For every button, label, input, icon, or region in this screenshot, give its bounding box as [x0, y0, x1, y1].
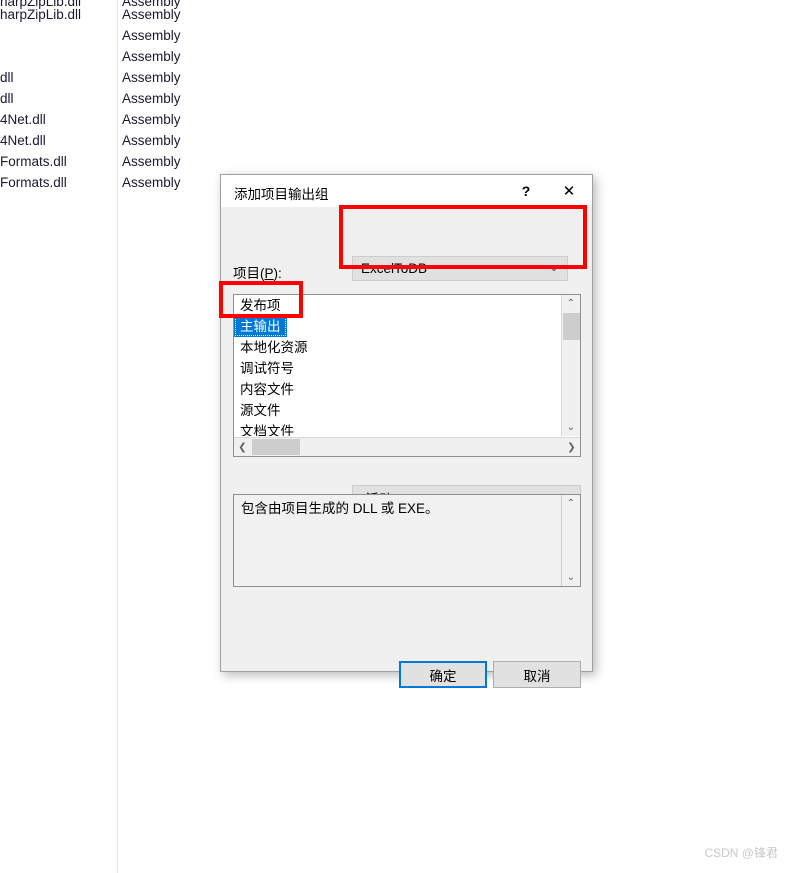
scroll-up-icon[interactable]: ⌃ [562, 495, 580, 512]
project-label-accel: P [264, 266, 274, 281]
cancel-button[interactable]: 取消 [493, 661, 581, 688]
vertical-scroll-thumb[interactable] [563, 313, 580, 340]
list-item[interactable]: 文档文件 [234, 421, 561, 436]
list-item-selected[interactable]: 主输出 [234, 316, 287, 337]
description-textbox[interactable]: 包含由项目生成的 DLL 或 EXE。 ⌃ ⌄ [233, 494, 581, 587]
table-row[interactable]: Formats.dll Assembly [0, 154, 230, 175]
chevron-down-icon: ⌄ [549, 262, 559, 274]
scroll-right-icon[interactable]: ❯ [563, 438, 580, 456]
project-label-suffix: ): [273, 266, 282, 281]
watermark: CSDN @锋君 [704, 846, 778, 860]
output-group-list-items: 发布项 主输出 本地化资源 调试符号 内容文件 源文件 文档文件 [234, 295, 561, 436]
file-type-cell: Assembly [122, 70, 181, 85]
horizontal-scroll-thumb[interactable] [252, 439, 300, 455]
list-item[interactable]: 调试符号 [234, 358, 561, 379]
listbox-horizontal-scrollbar[interactable]: ❮ ❯ [234, 437, 580, 456]
scroll-down-icon[interactable]: ⌄ [562, 569, 580, 586]
dialog-title: 添加项目输出组 [234, 187, 329, 202]
file-type-cell: Assembly [122, 49, 181, 64]
file-name-cell: dll [0, 91, 14, 106]
list-item[interactable]: 本地化资源 [234, 337, 561, 358]
file-type-cell: Assembly [122, 91, 181, 106]
table-row[interactable]: Assembly [0, 28, 230, 49]
file-name-cell: Formats.dll [0, 175, 67, 190]
project-combobox[interactable]: ExcelToDB ⌄ [352, 256, 568, 281]
description-text: 包含由项目生成的 DLL 或 EXE。 [241, 501, 439, 516]
file-type-cell: Assembly [122, 154, 181, 169]
file-name-cell: 4Net.dll [0, 112, 46, 127]
list-item[interactable]: 发布项 [234, 295, 561, 316]
listbox-vertical-scrollbar[interactable]: ⌃ ⌄ [561, 295, 580, 436]
file-type-cell: Assembly [122, 133, 181, 148]
file-name-cell: Formats.dll [0, 154, 67, 169]
help-icon[interactable]: ? [505, 175, 547, 206]
table-row[interactable]: 4Net.dll Assembly [0, 133, 230, 154]
file-name-cell: dll [0, 70, 14, 85]
list-item[interactable]: 内容文件 [234, 379, 561, 400]
project-label-prefix: 项目( [233, 266, 265, 281]
close-icon[interactable]: ✕ [548, 175, 590, 206]
output-group-listbox[interactable]: 发布项 主输出 本地化资源 调试符号 内容文件 源文件 文档文件 ⌃ ⌄ ❮ ❯ [233, 294, 581, 457]
scroll-up-icon[interactable]: ⌃ [562, 295, 580, 312]
description-vertical-scrollbar[interactable]: ⌃ ⌄ [561, 495, 580, 586]
table-row[interactable]: harpZipLib.dll Assembly [0, 7, 230, 28]
file-type-cell: Assembly [122, 7, 181, 22]
project-combobox-value: ExcelToDB [361, 261, 428, 276]
file-name-cell: harpZipLib.dll [0, 7, 82, 22]
dialog-titlebar: 添加项目输出组 ? ✕ [221, 175, 592, 207]
table-row[interactable]: Assembly [0, 49, 230, 70]
file-type-cell: Assembly [122, 28, 181, 43]
scroll-left-icon[interactable]: ❮ [234, 438, 251, 456]
table-row[interactable]: dll Assembly [0, 70, 230, 91]
ok-button[interactable]: 确定 [399, 661, 487, 688]
file-type-cell: Assembly [122, 175, 181, 190]
table-row[interactable]: Formats.dll Assembly [0, 175, 230, 196]
dialog-body: 项目(P): ExcelToDB ⌄ 发布项 主输出 本地化资源 调试符号 内容… [221, 207, 592, 688]
file-name-cell: 4Net.dll [0, 133, 46, 148]
table-row[interactable]: dll Assembly [0, 91, 230, 112]
list-item[interactable]: 源文件 [234, 400, 561, 421]
add-project-output-group-dialog: 添加项目输出组 ? ✕ 项目(P): ExcelToDB ⌄ 发布项 主输出 本… [220, 174, 593, 688]
table-row[interactable]: 4Net.dll Assembly [0, 112, 230, 133]
project-label: 项目(P): [233, 262, 282, 282]
scroll-down-icon[interactable]: ⌄ [562, 419, 580, 436]
file-type-cell: Assembly [122, 112, 181, 127]
